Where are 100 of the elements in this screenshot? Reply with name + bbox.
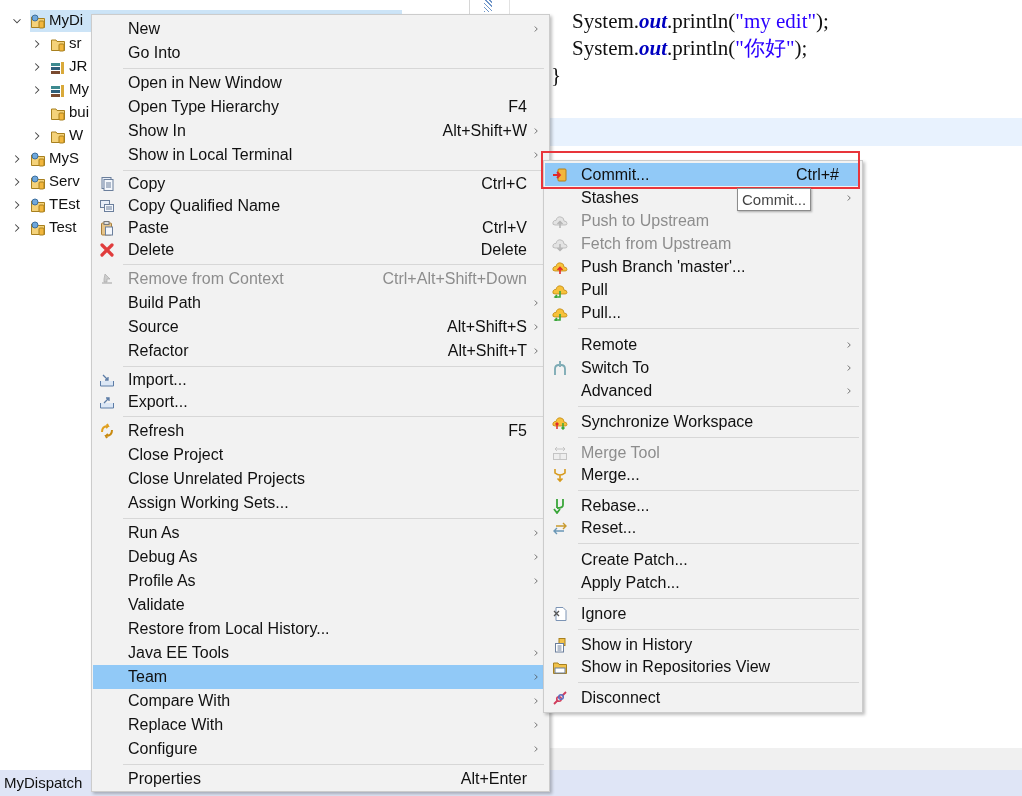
code-line: System.out.println("my edit"); xyxy=(571,8,830,35)
menu-item[interactable]: Show in History xyxy=(581,633,693,657)
shortcut-label: F4 xyxy=(508,97,527,117)
tree-item[interactable]: My xyxy=(50,78,89,101)
menu-item[interactable]: Validate xyxy=(128,593,185,617)
menu-item[interactable]: Delete xyxy=(128,238,175,262)
menu-item[interactable]: Show In xyxy=(128,119,186,143)
menu-item[interactable]: Open Type Hierarchy xyxy=(128,95,279,119)
menu-item[interactable]: Create Patch... xyxy=(581,547,688,572)
menu-item[interactable]: Ignore xyxy=(581,602,627,626)
menu-item[interactable]: New xyxy=(128,17,160,41)
shortcut-label: F5 xyxy=(508,421,527,441)
delete-icon xyxy=(99,242,115,258)
repository-icon xyxy=(552,659,568,675)
tree-item[interactable]: TEst xyxy=(30,193,80,216)
refresh-icon xyxy=(99,423,115,439)
tree-item-label: TEst xyxy=(49,194,80,215)
menu-item[interactable]: Refactor xyxy=(128,339,189,363)
tree-item-label: Test xyxy=(49,217,77,238)
menu-item[interactable]: Remote xyxy=(581,332,638,357)
menu-item[interactable]: Close Project xyxy=(128,443,224,467)
shortcut-label: Delete xyxy=(480,240,527,260)
tree-item[interactable]: Serv xyxy=(30,170,80,193)
menu-item[interactable]: Show in Local Terminal xyxy=(128,143,293,167)
menu-item[interactable]: Push Branch 'master'... xyxy=(581,254,746,279)
menu-item[interactable]: Configure xyxy=(128,737,198,761)
menu-item[interactable]: Synchronize Workspace xyxy=(581,410,754,434)
menu-item[interactable]: Reset... xyxy=(581,516,637,540)
menu-item[interactable]: Team xyxy=(93,665,544,689)
menu-item[interactable]: Paste xyxy=(128,216,169,240)
faded-arrow-icon xyxy=(99,271,115,287)
tree-item-label: MyDi xyxy=(49,10,84,31)
menu-item[interactable]: Apply Patch... xyxy=(581,570,680,595)
tree-item-label: MyS xyxy=(49,148,79,169)
code-line: System.out.println("你好"); xyxy=(571,35,809,62)
project-icon xyxy=(30,173,46,190)
menu-item-label: Commit... xyxy=(581,164,650,185)
tree-item-label: bui xyxy=(69,102,90,123)
menu-item[interactable]: Close Unrelated Projects xyxy=(128,467,305,491)
tree-item-label: sr xyxy=(69,33,82,54)
tree-item[interactable]: MyS xyxy=(30,147,79,170)
disconnect-icon xyxy=(552,690,568,706)
menu-item[interactable]: Restore from Local History... xyxy=(128,617,330,641)
shortcut-label: Ctrl+C xyxy=(481,174,527,194)
tree-item-label: My xyxy=(69,79,89,100)
shortcut-label: Alt+Shift+W xyxy=(442,121,527,141)
menu-item[interactable]: Stashes xyxy=(581,185,639,210)
project-icon xyxy=(30,150,46,167)
shortcut-label: Ctrl+# xyxy=(795,164,839,185)
copy-icon xyxy=(99,176,115,192)
tree-item-label: W xyxy=(69,125,84,146)
menu-item[interactable]: Properties xyxy=(128,767,201,791)
cloud-sync-icon xyxy=(552,414,568,430)
menu-item[interactable]: Assign Working Sets... xyxy=(128,491,289,515)
menu-item[interactable]: Import... xyxy=(128,368,187,392)
shortcut-label: Alt+Shift+T xyxy=(447,341,527,361)
tree-item[interactable]: W xyxy=(50,124,84,147)
menu-item[interactable]: Pull xyxy=(581,277,608,302)
menu-item[interactable]: Pull... xyxy=(581,300,621,325)
menu-item[interactable]: Copy xyxy=(128,172,166,196)
menu-item[interactable]: Replace With xyxy=(128,713,224,737)
tree-item[interactable]: sr xyxy=(50,32,82,55)
menu-item[interactable]: Source xyxy=(128,315,179,339)
menu-item[interactable]: Copy Qualified Name xyxy=(128,194,281,218)
menu-item[interactable]: Rebase... xyxy=(581,494,650,518)
menu-item[interactable]: Advanced xyxy=(581,378,653,403)
merge-tool-icon xyxy=(552,445,568,461)
tooltip: Commit... xyxy=(737,188,812,211)
tree-item-label: JR xyxy=(69,56,88,77)
history-icon xyxy=(552,637,568,653)
shortcut-label: Alt+Enter xyxy=(460,769,527,789)
menu-item[interactable]: Go Into xyxy=(128,41,181,65)
shortcut-label: Ctrl+Alt+Shift+Down xyxy=(382,269,527,289)
clipboard-icon xyxy=(99,220,115,236)
menu-item[interactable]: Build Path xyxy=(128,291,201,315)
menu-item[interactable]: Open in New Window xyxy=(128,71,282,95)
code-line: } xyxy=(551,62,563,89)
reset-icon xyxy=(552,520,568,536)
ignore-file-icon xyxy=(552,606,568,622)
menu-item[interactable]: Refresh xyxy=(128,419,185,443)
menu-item[interactable]: Run As xyxy=(128,521,180,545)
menu-item[interactable]: Commit... Ctrl+# xyxy=(545,163,859,186)
menu-item[interactable]: Export... xyxy=(128,390,188,414)
menu-item[interactable]: Disconnect xyxy=(581,686,661,710)
menu-item[interactable]: Debug As xyxy=(128,545,198,569)
shortcut-label: Ctrl+V xyxy=(482,218,527,238)
menu-item[interactable]: Merge... xyxy=(581,463,640,487)
shortcut-label: Alt+Shift+S xyxy=(446,317,527,337)
menu-item-label: Team xyxy=(128,667,168,687)
tree-item[interactable]: JR xyxy=(50,55,88,78)
commit-icon xyxy=(552,166,568,183)
menu-item[interactable]: Compare With xyxy=(128,689,231,713)
tree-item[interactable]: Test xyxy=(30,216,77,239)
project-icon xyxy=(30,219,46,236)
menu-item[interactable]: Java EE Tools xyxy=(128,641,230,665)
menu-item[interactable]: Profile As xyxy=(128,569,196,593)
tree-item[interactable]: bui xyxy=(50,101,90,124)
merge-icon xyxy=(552,467,568,483)
menu-item[interactable]: Show in Repositories View xyxy=(581,655,771,679)
menu-item[interactable]: Switch To xyxy=(581,355,650,380)
